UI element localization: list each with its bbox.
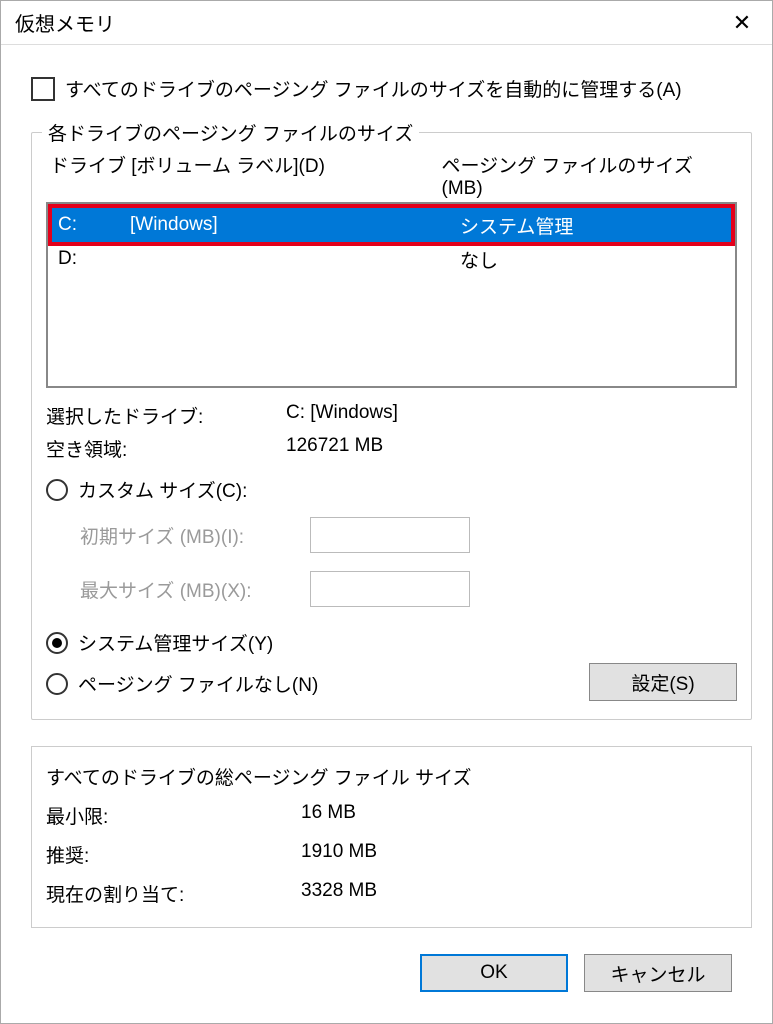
rec-value: 1910 MB [301,841,377,868]
max-size-input[interactable] [310,571,470,607]
drive-label: [Windows] [130,214,460,236]
cur-label: 現在の割り当て: [46,880,301,907]
total-group: すべてのドライブの総ページング ファイル サイズ 最小限: 16 MB 推奨: … [31,746,752,928]
initial-size-label: 初期サイズ (MB)(I): [80,522,310,549]
dialog-footer: OK キャンセル [31,928,752,992]
col-drive-header: ドライブ [ボリューム ラベル](D) [50,151,442,200]
max-size-label: 最大サイズ (MB)(X): [80,576,310,603]
close-button[interactable]: ✕ [712,1,772,45]
auto-manage-label: すべてのドライブのページング ファイルのサイズを自動的に管理する(A) [65,75,682,102]
titlebar: 仮想メモリ ✕ [1,1,772,45]
drive-letter: C: [58,214,130,236]
system-managed-radio[interactable] [46,632,68,654]
custom-size-radio-row[interactable]: カスタム サイズ(C): [46,476,737,503]
min-value: 16 MB [301,802,356,829]
auto-manage-row[interactable]: すべてのドライブのページング ファイルのサイズを自動的に管理する(A) [31,75,752,102]
drive-size: なし [460,246,498,273]
system-managed-label: システム管理サイズ(Y) [78,629,273,656]
set-button[interactable]: 設定(S) [589,663,737,701]
drive-letter: D: [58,248,130,270]
selected-drive-value: C: [Windows] [286,402,398,429]
cancel-button[interactable]: キャンセル [584,954,732,992]
close-icon: ✕ [733,10,751,36]
no-paging-label: ページング ファイルなし(N) [78,670,318,697]
col-size-header: ページング ファイルのサイズ (MB) [442,151,733,200]
no-paging-radio[interactable] [46,673,68,695]
free-space-value: 126721 MB [286,435,383,462]
drive-row-c[interactable]: C: [Windows] システム管理 [48,208,735,242]
window-title: 仮想メモリ [15,8,115,37]
list-header: ドライブ [ボリューム ラベル](D) ページング ファイルのサイズ (MB) [46,151,737,200]
drives-group: 各ドライブのページング ファイルのサイズ ドライブ [ボリューム ラベル](D)… [31,132,752,720]
min-label: 最小限: [46,802,301,829]
custom-size-radio[interactable] [46,479,68,501]
ok-button[interactable]: OK [420,954,568,992]
auto-manage-checkbox[interactable] [31,77,55,101]
system-managed-radio-row[interactable]: システム管理サイズ(Y) [46,629,737,656]
max-size-row: 最大サイズ (MB)(X): [80,571,737,607]
rec-label: 推奨: [46,841,301,868]
free-space-label: 空き領域: [46,435,286,462]
drive-size: システム管理 [460,212,573,239]
cur-value: 3328 MB [301,880,377,907]
selected-drive-label: 選択したドライブ: [46,402,286,429]
drive-row-d[interactable]: D: なし [48,242,735,276]
initial-size-row: 初期サイズ (MB)(I): [80,517,737,553]
drive-listbox[interactable]: C: [Windows] システム管理 D: なし [46,202,737,388]
custom-size-label: カスタム サイズ(C): [78,476,247,503]
total-group-legend: すべてのドライブの総ページング ファイル サイズ [46,763,737,790]
drives-group-legend: 各ドライブのページング ファイルのサイズ [42,119,419,146]
initial-size-input[interactable] [310,517,470,553]
